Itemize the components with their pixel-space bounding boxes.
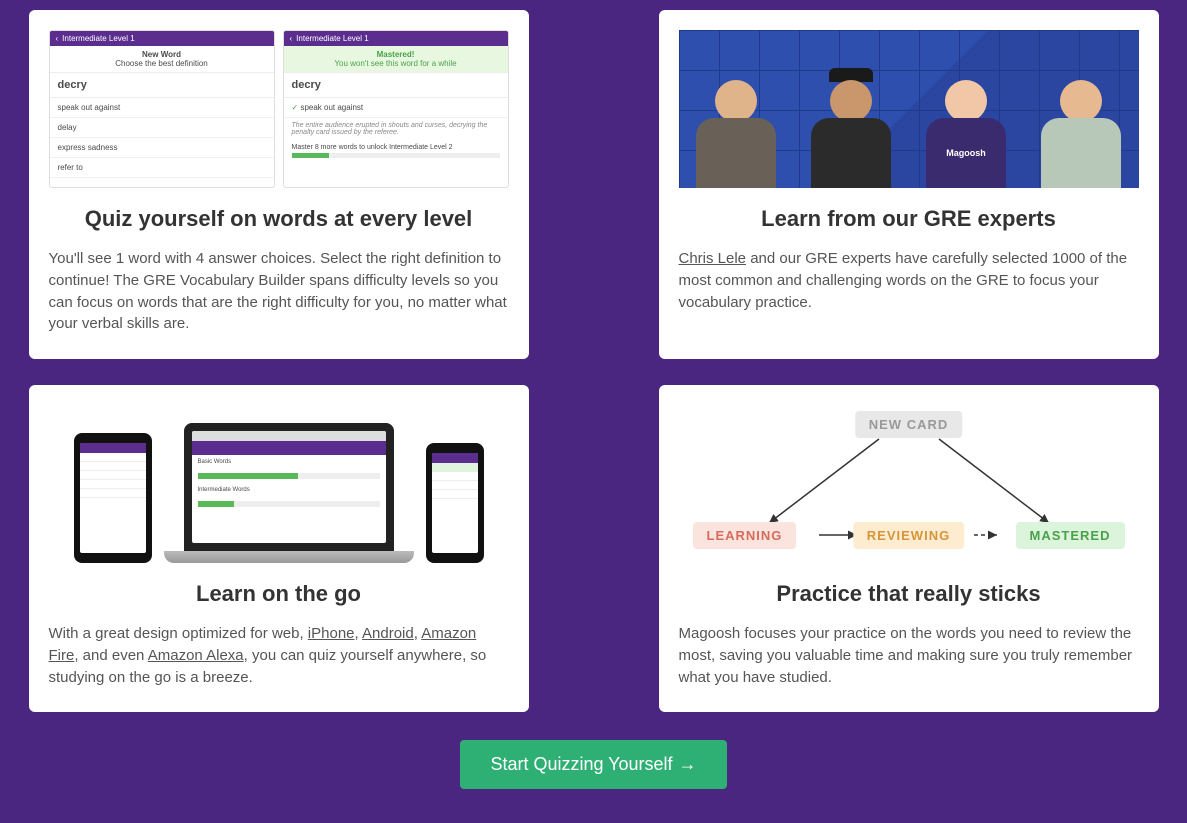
answer-option: express sadness: [50, 138, 274, 158]
pill-reviewing: REVIEWING: [853, 522, 964, 549]
card-learn-on-go: Basic Words Intermediate Words Learn on …: [29, 385, 529, 712]
card-title: Quiz yourself on words at every level: [49, 206, 509, 232]
level-bar: Intermediate Level 1: [50, 31, 274, 46]
card-body: Chris Lele and our GRE experts have care…: [679, 248, 1139, 313]
vocab-word: decry: [50, 72, 274, 98]
card-title: Learn on the go: [49, 581, 509, 607]
devices-image: Basic Words Intermediate Words: [49, 405, 509, 563]
card-practice: NEW CARD LEARNING REVIEWING MASTERED Pra…: [659, 385, 1159, 712]
quiz-screenshots: Intermediate Level 1 New Word Choose the…: [49, 30, 509, 188]
flow-diagram: NEW CARD LEARNING REVIEWING MASTERED: [679, 405, 1139, 563]
answer-option: speak out against: [50, 98, 274, 118]
correct-answer: speak out against: [284, 98, 508, 118]
tablet-device: [74, 433, 152, 563]
card-title: Learn from our GRE experts: [679, 206, 1139, 232]
card-body: Magoosh focuses your practice on the wor…: [679, 623, 1139, 688]
answer-option: refer to: [50, 158, 274, 178]
laptop-device: Basic Words Intermediate Words: [164, 423, 414, 563]
pill-learning: LEARNING: [693, 522, 797, 549]
magoosh-logo-shirt: Magoosh: [926, 118, 1006, 188]
progress-text: Master 8 more words to unlock Intermedia…: [284, 140, 508, 162]
card-body: You'll see 1 word with 4 answer choices.…: [49, 248, 509, 335]
phone-device: [426, 443, 484, 563]
arrow-right-icon: →: [679, 754, 697, 774]
example-sentence: The entire audience erupted in shouts an…: [284, 118, 508, 140]
card-title: Practice that really sticks: [679, 581, 1139, 607]
answer-option: delay: [50, 118, 274, 138]
vocab-word: decry: [284, 72, 508, 98]
level-bar: Intermediate Level 1: [284, 31, 508, 46]
card-quiz: Intermediate Level 1 New Word Choose the…: [29, 10, 529, 359]
quiz-screenshot-new-word: Intermediate Level 1 New Word Choose the…: [49, 30, 275, 188]
chris-lele-link[interactable]: Chris Lele: [679, 250, 747, 267]
pill-mastered: MASTERED: [1016, 522, 1125, 549]
start-quizzing-button[interactable]: Start Quizzing Yourself→: [460, 740, 726, 789]
mastered-header: Mastered! You won't see this word for a …: [284, 46, 508, 72]
card-body: With a great design optimized for web, i…: [49, 623, 509, 688]
team-photo: Magoosh: [679, 30, 1139, 188]
iphone-link[interactable]: iPhone: [308, 625, 355, 642]
new-word-header: New Word Choose the best definition: [50, 46, 274, 72]
quiz-screenshot-mastered: Intermediate Level 1 Mastered! You won't…: [283, 30, 509, 188]
amazon-alexa-link[interactable]: Amazon Alexa: [148, 647, 244, 664]
android-link[interactable]: Android: [362, 625, 414, 642]
pill-new-card: NEW CARD: [855, 411, 963, 438]
card-experts: Magoosh Learn from our GRE experts Chris…: [659, 10, 1159, 359]
